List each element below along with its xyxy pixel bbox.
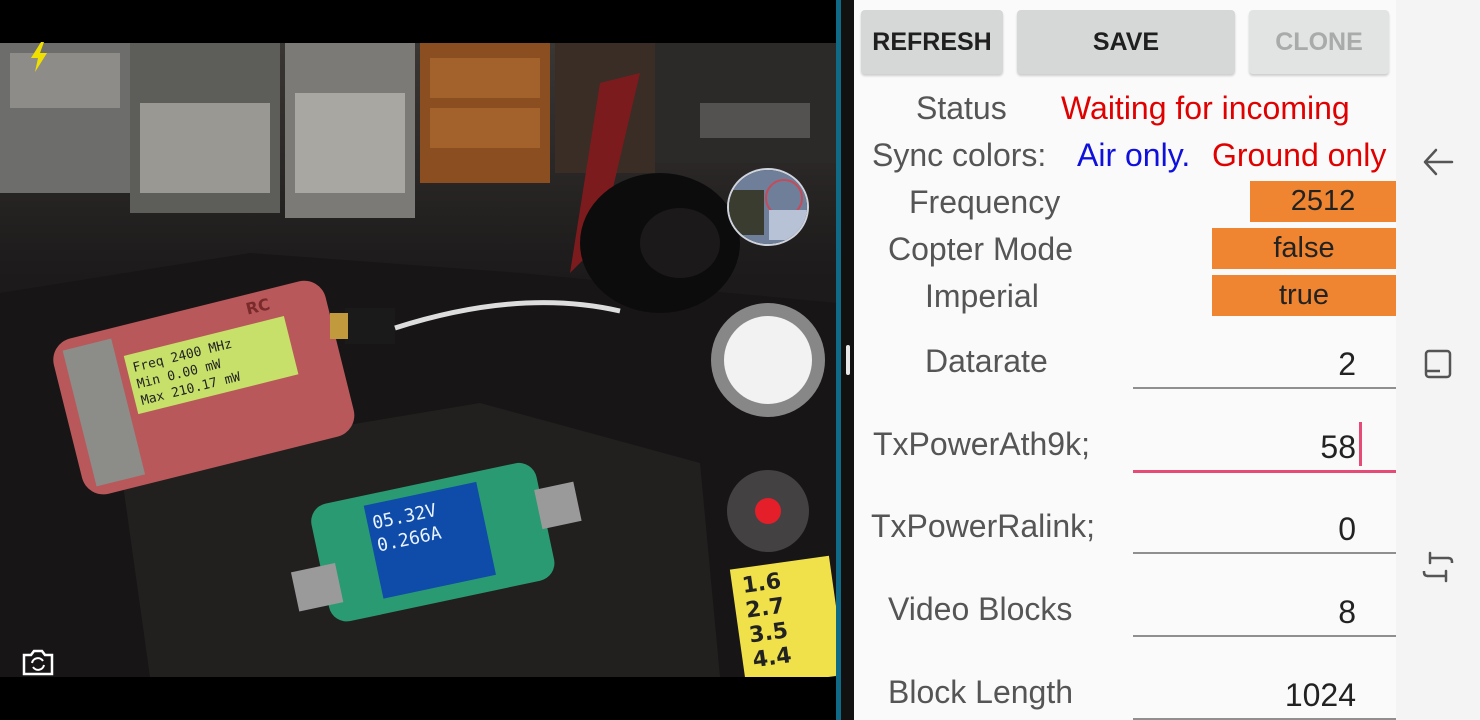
video-blocks-label: Video Blocks	[888, 591, 1073, 627]
tx-power-ath9k-value: 58	[1320, 429, 1356, 465]
tx-power-ralink-field[interactable]: 0	[1133, 508, 1396, 554]
datarate-field[interactable]: 2	[1133, 343, 1396, 389]
sync-colors-label: Sync colors:	[872, 137, 1047, 173]
recents-icon[interactable]	[1420, 549, 1456, 585]
block-length-label: Block Length	[888, 674, 1074, 710]
block-length-field[interactable]: 1024	[1133, 674, 1396, 720]
imperial-label: Imperial	[925, 278, 1039, 314]
copter-mode-label: Copter Mode	[888, 231, 1073, 267]
switch-camera-icon[interactable]	[20, 646, 56, 678]
split-screen-divider[interactable]	[836, 0, 854, 720]
tx-power-ralink-value: 0	[1338, 511, 1356, 547]
tx-power-ath9k-field[interactable]: 58	[1133, 422, 1396, 473]
text-cursor	[1359, 422, 1362, 466]
video-blocks-field[interactable]: 8	[1133, 591, 1396, 637]
tx-power-ralink-label: TxPowerRalink;	[871, 508, 1096, 544]
camera-pane: Freq 2400 MHz Min 0.00 mW Max 210.17 mW …	[0, 0, 836, 720]
navigation-bar	[1396, 0, 1480, 720]
gallery-thumbnail[interactable]	[727, 168, 809, 246]
datarate-value: 2	[1338, 346, 1356, 382]
datarate-label: Datarate	[925, 343, 1048, 379]
back-icon[interactable]	[1420, 144, 1456, 180]
refresh-button[interactable]: REFRESH	[861, 10, 1003, 74]
copter-mode-value[interactable]: false	[1212, 228, 1396, 269]
tx-power-ath9k-label: TxPowerAth9k;	[873, 426, 1090, 462]
block-length-value: 1024	[1284, 677, 1356, 713]
status-label: Status	[916, 90, 1007, 126]
video-blocks-value: 8	[1338, 594, 1356, 630]
imperial-value[interactable]: true	[1212, 275, 1396, 316]
sync-colors-ground: Ground only	[1212, 137, 1387, 173]
save-button[interactable]: SAVE	[1017, 10, 1235, 74]
flash-icon[interactable]	[26, 40, 52, 74]
clone-button: CLONE	[1249, 10, 1389, 74]
frequency-value[interactable]: 2512	[1250, 181, 1396, 222]
divider-handle[interactable]	[846, 345, 850, 375]
home-icon[interactable]	[1420, 346, 1456, 382]
record-button[interactable]	[727, 470, 809, 552]
status-value: Waiting for incoming	[1061, 90, 1350, 126]
shutter-button[interactable]	[711, 303, 825, 417]
frequency-label: Frequency	[909, 184, 1061, 220]
sync-colors-air: Air only.	[1077, 137, 1191, 173]
settings-pane: REFRESH SAVE CLONE Status Waiting for in…	[854, 0, 1396, 720]
